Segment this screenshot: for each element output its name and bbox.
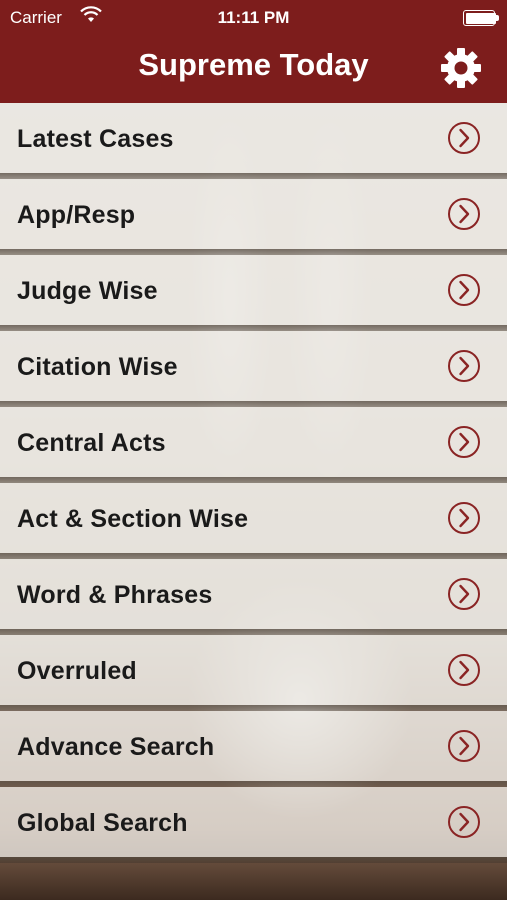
chevron-right-icon — [448, 122, 480, 154]
battery-icon — [463, 10, 499, 26]
menu-item-central-acts[interactable]: Central Acts — [0, 407, 507, 483]
menu-item-label: Overruled — [17, 657, 137, 685]
menu-item-label: Word & Phrases — [17, 581, 213, 609]
chevron-right-icon — [448, 730, 480, 762]
chevron-right-icon — [448, 502, 480, 534]
navigation-bar: Carrier 11:11 PM Supreme Today — [0, 0, 507, 103]
menu-item-overruled[interactable]: Overruled — [0, 635, 507, 711]
menu-item-label: Advance Search — [17, 733, 215, 761]
menu-item-label: App/Resp — [17, 201, 136, 229]
status-bar: Carrier 11:11 PM — [0, 0, 507, 36]
menu-item-word-phrases[interactable]: Word & Phrases — [0, 559, 507, 635]
chevron-right-icon — [448, 806, 480, 838]
menu-item-act-section-wise[interactable]: Act & Section Wise — [0, 483, 507, 559]
menu-item-label: Act & Section Wise — [17, 505, 249, 533]
menu-item-label: Citation Wise — [17, 353, 178, 381]
menu-item-label: Judge Wise — [17, 277, 158, 305]
menu-list: Latest Cases App/Resp Judge Wise Citation W… — [0, 103, 507, 863]
chevron-right-icon — [448, 350, 480, 382]
chevron-right-icon — [448, 426, 480, 458]
chevron-right-icon — [448, 198, 480, 230]
menu-item-label: Global Search — [17, 809, 188, 837]
menu-item-citation-wise[interactable]: Citation Wise — [0, 331, 507, 407]
battery-level — [465, 12, 496, 24]
gear-icon[interactable] — [440, 47, 482, 89]
menu-item-app-resp[interactable]: App/Resp — [0, 179, 507, 255]
menu-item-advance-search[interactable]: Advance Search — [0, 711, 507, 787]
chevron-right-icon — [448, 654, 480, 686]
menu-item-judge-wise[interactable]: Judge Wise — [0, 255, 507, 331]
menu-item-label: Central Acts — [17, 429, 166, 457]
chevron-right-icon — [448, 578, 480, 610]
menu-item-label: Latest Cases — [17, 125, 174, 153]
page-title: Supreme Today — [138, 47, 369, 82]
chevron-right-icon — [448, 274, 480, 306]
menu-item-latest-cases[interactable]: Latest Cases — [0, 103, 507, 179]
menu-item-global-search[interactable]: Global Search — [0, 787, 507, 863]
clock-time: 11:11 PM — [217, 8, 290, 27]
